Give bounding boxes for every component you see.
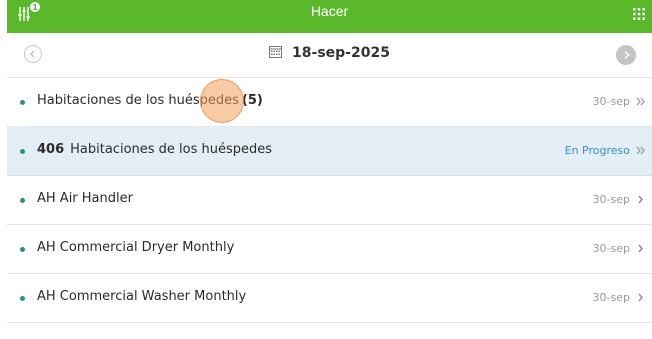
bullet-icon (20, 247, 25, 252)
date-display[interactable]: 18-sep-2025 (7, 45, 652, 61)
task-label-wrapper: 406 Habitaciones de los huéspedes (37, 142, 272, 157)
task-label: AH Air Handler (37, 191, 133, 206)
due-date: 30-sep (592, 95, 630, 108)
touch-indicator (200, 79, 244, 123)
chevron-right-icon (638, 244, 643, 253)
calendar-icon (269, 46, 283, 58)
room-number: 406 (37, 142, 65, 157)
double-chevron-right-icon (636, 97, 645, 106)
task-row[interactable]: AH Commercial Washer Monthly 30-sep (7, 274, 652, 323)
chevron-right-icon (624, 50, 630, 60)
top-bar: 1 Hacer (7, 0, 652, 33)
app-frame: 1 Hacer 18-sep-2025 Habitaciones de los … (7, 0, 652, 339)
task-label: Habitaciones de los huéspedes (70, 142, 273, 157)
task-row[interactable]: AH Air Handler 30-sep (7, 176, 652, 225)
due-date: 30-sep (592, 193, 630, 206)
bullet-icon (20, 100, 25, 105)
double-chevron-right-icon (636, 146, 645, 155)
next-day-button[interactable] (616, 45, 636, 65)
task-label: AH Commercial Dryer Monthly (37, 240, 235, 255)
task-row[interactable]: Habitaciones de los huéspedes (5) 30-sep (7, 78, 652, 127)
bullet-icon (20, 198, 25, 203)
app-grid-button[interactable] (632, 6, 646, 20)
due-date: 30-sep (592, 242, 630, 255)
page-title: Hacer (310, 3, 349, 19)
chevron-right-icon (638, 293, 643, 302)
task-label: AH Commercial Washer Monthly (37, 289, 247, 304)
due-date: 30-sep (592, 291, 630, 304)
task-count: (5) (241, 93, 263, 108)
grid-icon (633, 8, 645, 20)
task-row-active[interactable]: 406 Habitaciones de los huéspedes En Prog… (7, 127, 652, 176)
task-row[interactable]: AH Commercial Dryer Monthly 30-sep (7, 225, 652, 274)
date-navigation: 18-sep-2025 (7, 33, 652, 78)
status-text: En Progreso (564, 144, 630, 157)
current-date: 18-sep-2025 (292, 45, 390, 61)
chevron-right-icon (638, 195, 643, 204)
bullet-icon (20, 149, 25, 154)
bullet-icon (20, 296, 25, 301)
